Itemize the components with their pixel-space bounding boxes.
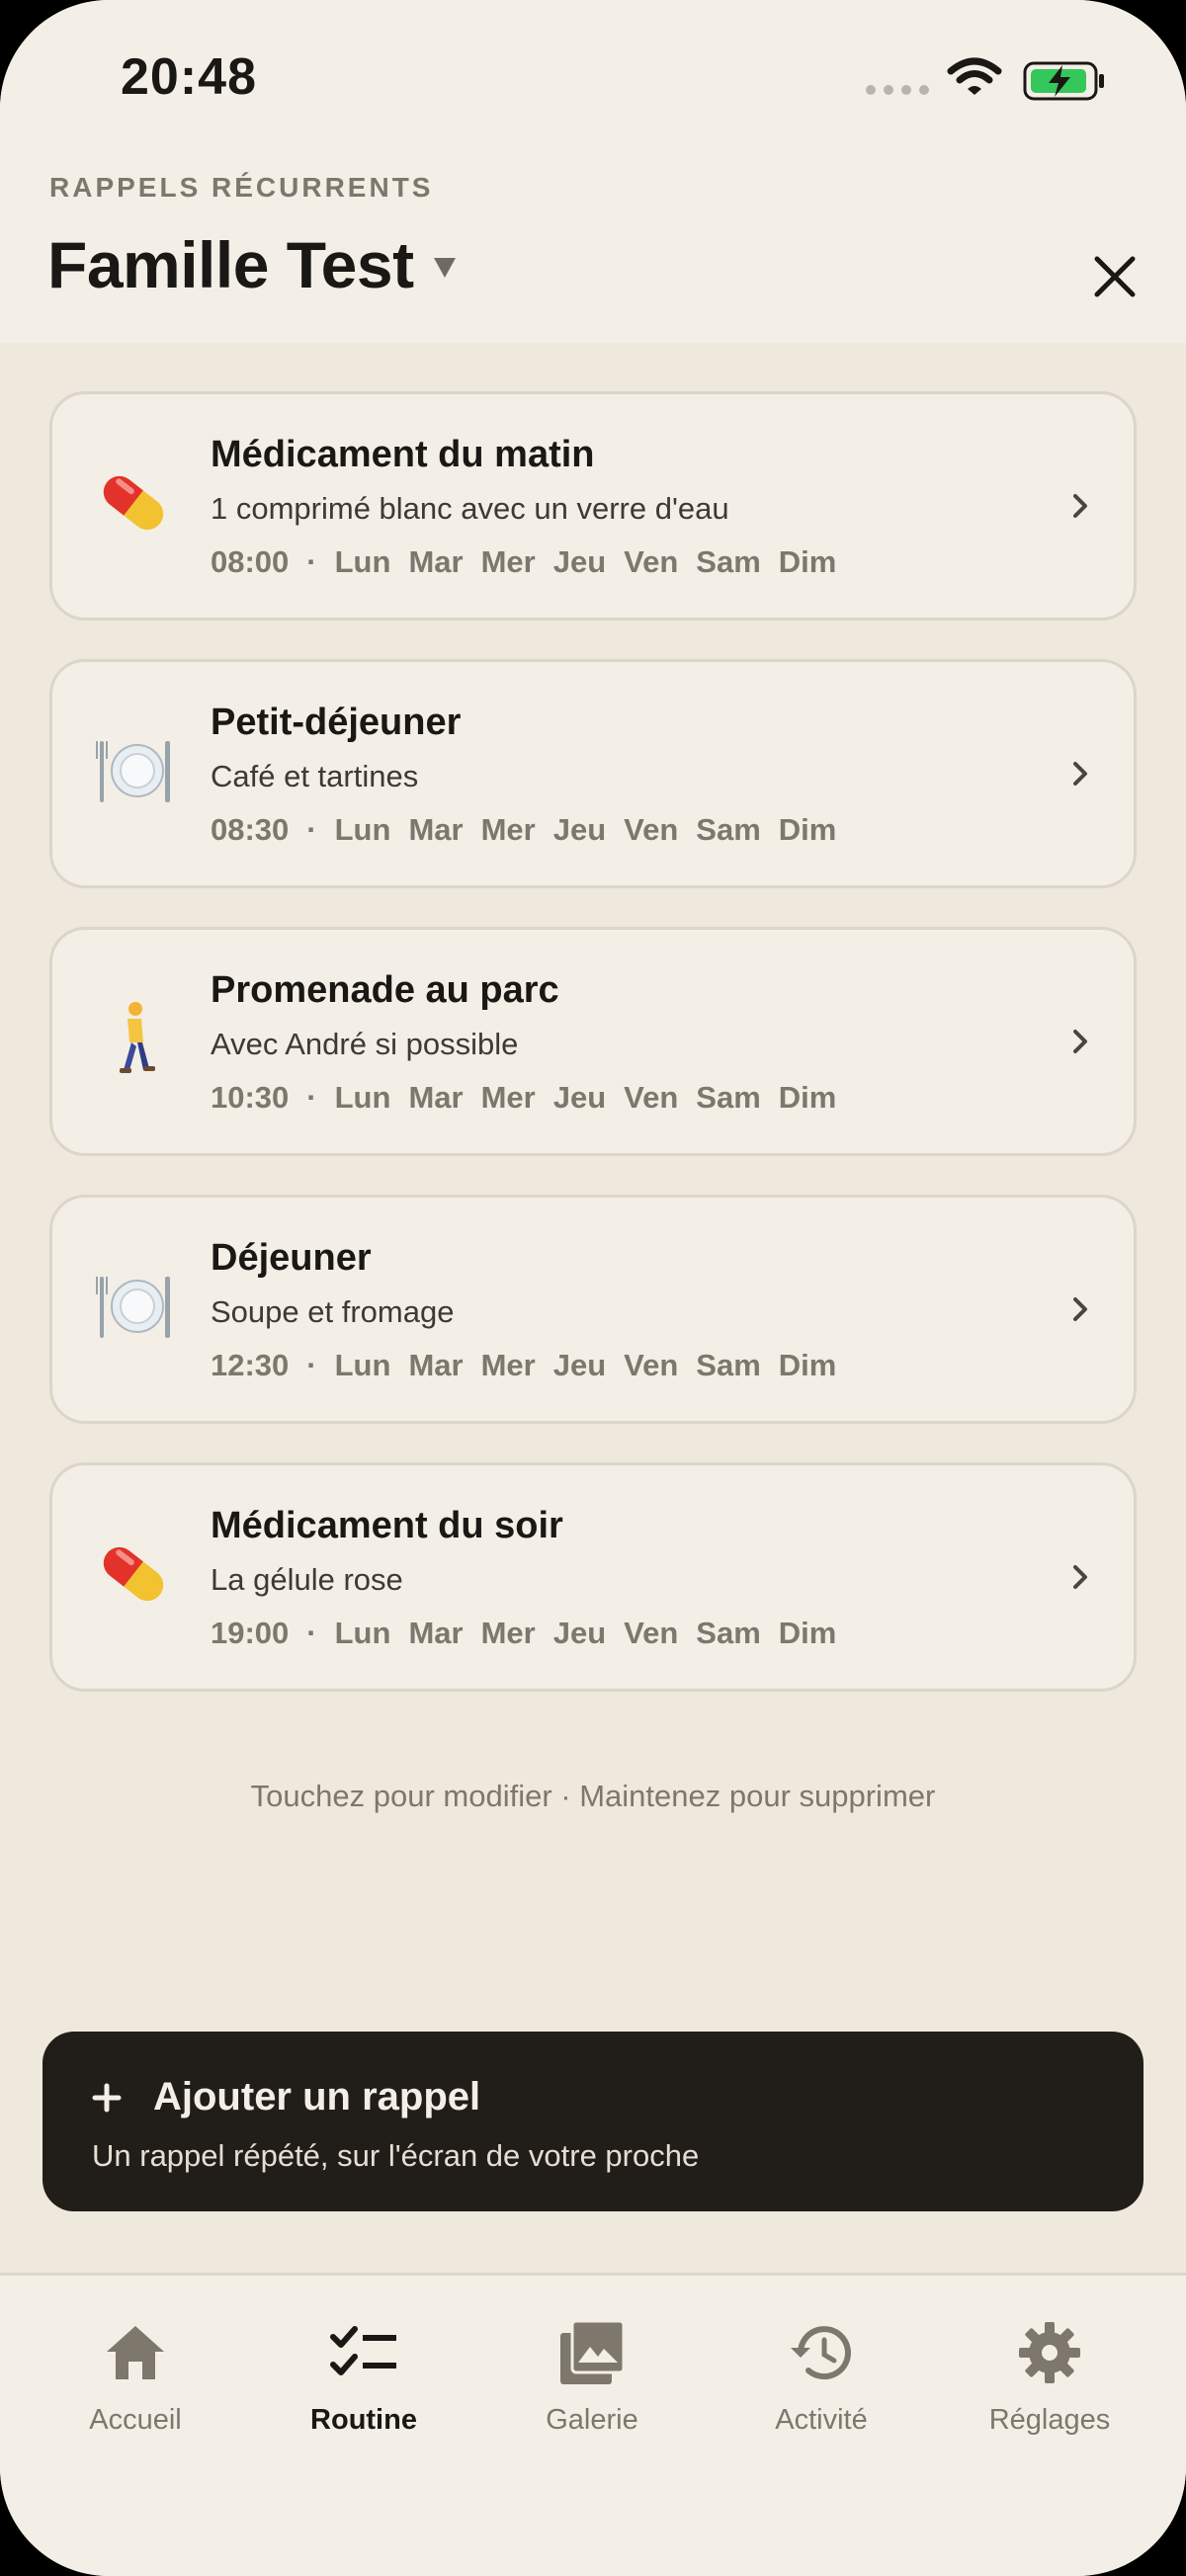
- reminder-schedule: 10:30 · Lun Mar Mer Jeu Ven Sam Dim: [211, 1080, 837, 1115]
- checklist-icon: [265, 2315, 463, 2390]
- reminder-time: 08:00: [211, 544, 290, 579]
- reminder-card[interactable]: Promenade au parc Avec André si possible…: [49, 927, 1137, 1156]
- status-bar: 20:48: [0, 0, 1186, 148]
- day-label: Mer: [480, 812, 536, 847]
- day-label: Jeu: [552, 1616, 607, 1650]
- day-label: Dim: [778, 1616, 837, 1650]
- day-label: Ven: [624, 544, 679, 579]
- battery-charging-icon: [1023, 61, 1104, 101]
- reminder-title: Déjeuner: [211, 1237, 372, 1279]
- day-label: Jeu: [552, 544, 607, 579]
- reminder-time: 12:30: [211, 1348, 290, 1382]
- day-label: Sam: [696, 1080, 761, 1115]
- day-label: Ven: [624, 1080, 679, 1115]
- reminder-subtitle: Soupe et fromage: [211, 1294, 455, 1329]
- reminder-subtitle: Café et tartines: [211, 759, 419, 793]
- page-title: Famille Test: [47, 228, 414, 301]
- day-label: Dim: [778, 812, 837, 847]
- phone-screen: 20:48 RAPPELS RÉCURRENTS Famille Test Mé…: [0, 0, 1186, 2576]
- day-label: Sam: [696, 544, 761, 579]
- tab-galerie[interactable]: Galerie: [493, 2315, 691, 2437]
- day-label: Jeu: [552, 1348, 607, 1382]
- day-label: Mar: [408, 1616, 464, 1650]
- day-label: Lun: [334, 1616, 391, 1650]
- usage-hint: Touchez pour modifier · Maintenez pour s…: [250, 1779, 936, 1813]
- reminder-title: Petit-déjeuner: [211, 702, 462, 743]
- close-icon[interactable]: [1085, 247, 1144, 306]
- reminder-card[interactable]: Déjeuner Soupe et fromage 12:30 · Lun Ma…: [49, 1195, 1137, 1424]
- section-eyebrow: RAPPELS RÉCURRENTS: [49, 172, 434, 203]
- day-label: Jeu: [552, 812, 607, 847]
- day-label: Ven: [624, 812, 679, 847]
- family-selector[interactable]: Famille Test: [47, 227, 456, 302]
- reminder-time: 10:30: [211, 1080, 290, 1115]
- plate-icon: [90, 1263, 177, 1350]
- reminder-subtitle: Avec André si possible: [211, 1027, 519, 1061]
- reminder-schedule: 19:00 · Lun Mar Mer Jeu Ven Sam Dim: [211, 1616, 837, 1650]
- plate-icon: [90, 727, 177, 814]
- day-label: Mer: [480, 1080, 536, 1115]
- reminder-schedule: 08:00 · Lun Mar Mer Jeu Ven Sam Dim: [211, 544, 837, 579]
- reminder-subtitle: La gélule rose: [211, 1562, 403, 1597]
- day-label: Mer: [480, 1348, 536, 1382]
- cellular-signal-icon: [866, 85, 929, 95]
- add-reminder-button[interactable]: Ajouter un rappel Un rappel répété, sur …: [42, 2032, 1144, 2211]
- reminder-list: Médicament du matin 1 comprimé blanc ave…: [49, 391, 1137, 1730]
- chevron-right-icon: [1073, 1030, 1087, 1053]
- day-label: Mar: [408, 812, 464, 847]
- chevron-right-icon: [1073, 1297, 1087, 1321]
- day-label: Mar: [408, 1080, 464, 1115]
- history-icon: [722, 2315, 920, 2390]
- reminder-card[interactable]: Médicament du soir La gélule rose 19:00 …: [49, 1462, 1137, 1692]
- pill-icon: [90, 459, 177, 546]
- reminder-title: Médicament du matin: [211, 434, 595, 475]
- day-label: Jeu: [552, 1080, 607, 1115]
- reminder-schedule: 12:30 · Lun Mar Mer Jeu Ven Sam Dim: [211, 1348, 837, 1382]
- day-label: Dim: [778, 1080, 837, 1115]
- status-time: 20:48: [121, 48, 257, 106]
- pill-icon: [90, 1531, 177, 1618]
- chevron-right-icon: [1073, 494, 1087, 518]
- reminder-card[interactable]: Médicament du matin 1 comprimé blanc ave…: [49, 391, 1137, 621]
- day-label: Sam: [696, 812, 761, 847]
- day-label: Ven: [624, 1348, 679, 1382]
- reminder-title: Promenade au parc: [211, 969, 559, 1011]
- gear-icon: [951, 2315, 1148, 2390]
- day-label: Lun: [334, 1348, 391, 1382]
- plus-icon: [92, 2083, 122, 2112]
- day-label: Mer: [480, 1616, 536, 1650]
- caret-down-icon: [433, 258, 456, 278]
- day-label: Sam: [696, 1616, 761, 1650]
- day-label: Mar: [408, 544, 464, 579]
- day-label: Sam: [696, 1348, 761, 1382]
- reminder-card[interactable]: Petit-déjeuner Café et tartines 08:30 · …: [49, 659, 1137, 888]
- day-label: Lun: [334, 812, 391, 847]
- day-label: Mar: [408, 1348, 464, 1382]
- day-label: Dim: [778, 1348, 837, 1382]
- gallery-icon: [493, 2315, 691, 2390]
- day-label: Lun: [334, 544, 391, 579]
- tab-routine[interactable]: Routine: [265, 2315, 463, 2437]
- tab-accueil[interactable]: Accueil: [37, 2315, 234, 2437]
- reminder-title: Médicament du soir: [211, 1505, 563, 1546]
- home-icon: [37, 2315, 234, 2390]
- walking-person-icon: [90, 995, 177, 1082]
- tab-reglages[interactable]: Réglages: [951, 2315, 1148, 2437]
- day-label: Mer: [480, 544, 536, 579]
- tab-activite[interactable]: Activité: [722, 2315, 920, 2437]
- reminder-time: 08:30: [211, 812, 290, 847]
- day-label: Ven: [624, 1616, 679, 1650]
- chevron-right-icon: [1073, 1565, 1087, 1589]
- day-label: Dim: [778, 544, 837, 579]
- tab-bar: Accueil Routine Galerie Activité Réglage…: [0, 2273, 1186, 2576]
- reminder-schedule: 08:30 · Lun Mar Mer Jeu Ven Sam Dim: [211, 812, 837, 847]
- reminder-time: 19:00: [211, 1616, 290, 1650]
- add-reminder-label: Ajouter un rappel: [153, 2075, 481, 2119]
- chevron-right-icon: [1073, 762, 1087, 786]
- wifi-icon: [947, 57, 1002, 95]
- day-label: Lun: [334, 1080, 391, 1115]
- page-header: RAPPELS RÉCURRENTS Famille Test: [0, 148, 1186, 343]
- add-reminder-sublabel: Un rappel répété, sur l'écran de votre p…: [92, 2138, 700, 2173]
- reminder-subtitle: 1 comprimé blanc avec un verre d'eau: [211, 491, 729, 526]
